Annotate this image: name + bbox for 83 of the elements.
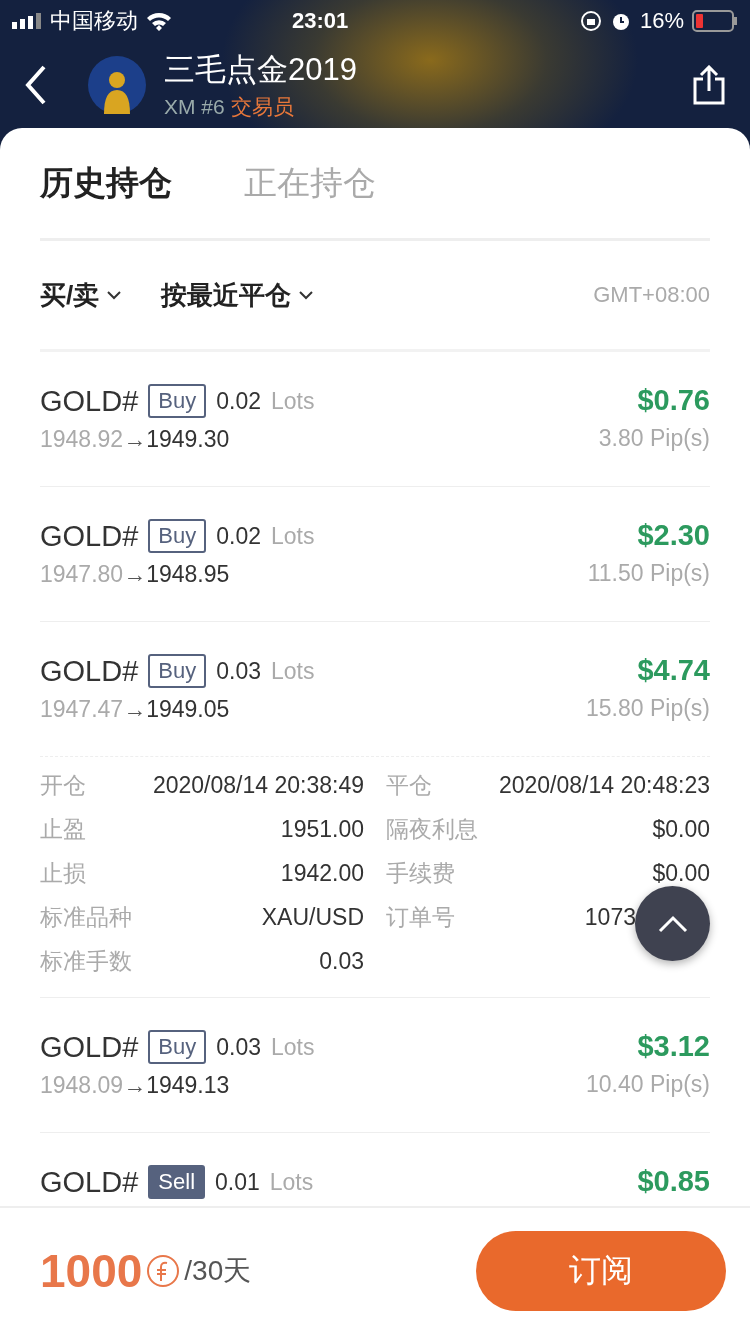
- pips-value: 3.80 Pip(s): [598, 425, 710, 452]
- lots-value: 0.03: [216, 1033, 261, 1061]
- lots-unit: Lots: [271, 1033, 315, 1061]
- detail-value: $0.00: [652, 815, 710, 843]
- period-label: /30天: [184, 1254, 252, 1288]
- detail-label: 订单号: [386, 902, 455, 932]
- symbol-label: GOLD#: [40, 519, 139, 553]
- lots-value: 0.01: [215, 1168, 260, 1196]
- open-price: 1947.80: [40, 561, 124, 588]
- lots-unit: Lots: [271, 387, 315, 415]
- open-price: 1948.09: [40, 1072, 124, 1099]
- profit-value: $0.76: [637, 384, 710, 417]
- pips-value: 15.80 Pip(s): [586, 695, 710, 722]
- role-label: 交易员: [230, 94, 294, 120]
- profit-value: $2.30: [637, 519, 710, 552]
- detail-value: $0.00: [652, 859, 710, 887]
- arrow-sign: →: [123, 1072, 147, 1099]
- lots-value: 0.03: [216, 657, 261, 685]
- detail-label: 开仓: [40, 770, 86, 800]
- arrow-sign: →: [123, 561, 147, 588]
- symbol-label: GOLD#: [40, 1030, 139, 1064]
- open-price: 1947.47: [40, 696, 124, 723]
- detail-value: 0.03: [319, 947, 364, 975]
- caret-icon: [299, 290, 314, 300]
- close-price: 1949.05: [146, 696, 230, 723]
- scroll-top-button[interactable]: [635, 886, 710, 961]
- close-price: 1948.95: [146, 561, 230, 588]
- side-tag: Buy: [148, 654, 207, 688]
- close-price: 1949.30: [146, 426, 230, 453]
- arrow-sign: →: [123, 696, 147, 723]
- filter-dropdown[interactable]: 按最近平仓: [161, 277, 314, 313]
- trader-name: 三毛点金2019: [164, 51, 357, 89]
- signal-icon: [12, 13, 42, 29]
- detail-label: 标准手数: [40, 946, 132, 976]
- detail-label: 手续费: [386, 858, 455, 888]
- detail-value: 2020/08/14 20:48:23: [498, 771, 710, 799]
- avatar: [88, 56, 146, 114]
- tab[interactable]: 历史持仓: [40, 160, 172, 206]
- battery-icon: [692, 10, 738, 32]
- pips-value: 11.50 Pip(s): [587, 560, 710, 587]
- arrow-sign: →: [123, 426, 147, 453]
- detail-label: 标准品种: [40, 902, 132, 932]
- open-price: 1948.92: [40, 426, 124, 453]
- detail-label: 止盈: [40, 814, 86, 844]
- timezone-label: GMT+08:00: [593, 282, 710, 308]
- broker-label: XM #6: [164, 95, 225, 119]
- lots-unit: Lots: [271, 657, 315, 685]
- lots-unit: Lots: [269, 1168, 314, 1196]
- detail-label: 平仓: [386, 770, 432, 800]
- symbol-label: GOLD#: [40, 654, 139, 688]
- filter-dropdown[interactable]: 买/卖: [40, 277, 122, 313]
- lots-value: 0.02: [216, 387, 261, 415]
- pips-value: 10.40 Pip(s): [586, 1071, 710, 1098]
- profit-value: $0.85: [637, 1165, 710, 1198]
- side-tag: Buy: [148, 384, 207, 418]
- battery-percent: 16%: [639, 8, 684, 34]
- detail-label: 隔夜利息: [386, 814, 478, 844]
- side-tag: Buy: [148, 519, 207, 553]
- detail-value: 1073: [584, 903, 636, 931]
- back-icon[interactable]: [24, 65, 48, 105]
- symbol-label: GOLD#: [40, 1165, 139, 1199]
- wifi-icon: [146, 11, 172, 31]
- symbol-label: GOLD#: [40, 384, 139, 418]
- profit-value: $3.12: [637, 1030, 710, 1063]
- price-value: 1000: [40, 1244, 143, 1298]
- profit-value: $4.74: [637, 654, 710, 687]
- coin-icon: [146, 1254, 181, 1288]
- side-tag: Buy: [148, 1030, 207, 1064]
- share-icon[interactable]: [692, 65, 726, 105]
- caret-icon: [107, 290, 122, 300]
- detail-label: 止损: [40, 858, 86, 888]
- lots-value: 0.02: [216, 522, 261, 550]
- detail-value: 2020/08/14 20:38:49: [152, 771, 364, 799]
- rotation-lock-icon: [579, 10, 602, 32]
- chevron-up-icon: [657, 914, 688, 933]
- detail-value: 1942.00: [280, 859, 364, 887]
- clock-time: 23:01: [292, 8, 349, 34]
- detail-value: 1951.00: [280, 815, 364, 843]
- close-price: 1949.13: [146, 1072, 230, 1099]
- lots-unit: Lots: [271, 522, 315, 550]
- carrier-name: 中国移动: [50, 7, 138, 35]
- detail-value: XAU/USD: [261, 903, 364, 931]
- side-tag: Sell: [148, 1165, 205, 1199]
